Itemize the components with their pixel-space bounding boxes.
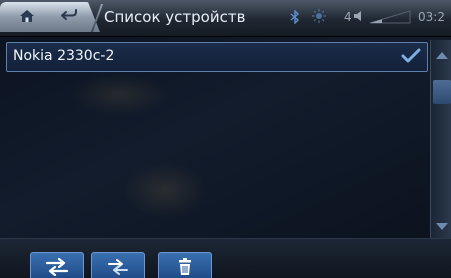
device-name: Nokia 2330c-2	[13, 48, 115, 64]
chevron-up-icon[interactable]	[435, 50, 449, 60]
bottom-toolbar	[0, 238, 451, 278]
swap-button[interactable]	[30, 252, 84, 278]
speaker-icon	[354, 11, 361, 21]
signal-bars-icon	[369, 10, 411, 24]
status-bar: Список устройств 4 03:2	[0, 0, 451, 37]
chevron-down-icon[interactable]	[435, 222, 449, 232]
swap-arrows-icon	[45, 257, 69, 276]
home-icon	[20, 10, 34, 22]
device-list-screen: Список устройств 4 03:2 Nokia 2330c-2	[0, 0, 451, 278]
check-icon	[401, 48, 421, 63]
sync-button[interactable]	[91, 252, 145, 278]
list-item[interactable]: Nokia 2330c-2	[6, 42, 428, 72]
device-list: Nokia 2330c-2	[0, 40, 430, 236]
page-title: Список устройств	[104, 8, 246, 26]
back-button[interactable]	[56, 6, 82, 26]
bluetooth-icon	[290, 10, 300, 24]
sync-arrows-icon	[108, 258, 128, 275]
home-button[interactable]	[14, 6, 40, 26]
delete-button[interactable]	[158, 252, 212, 278]
sun-icon	[312, 9, 326, 23]
scrollbar[interactable]	[430, 40, 451, 238]
signal-level: 4	[344, 10, 352, 24]
trash-icon	[179, 257, 191, 275]
clock: 03:2	[418, 10, 445, 24]
scroll-thumb[interactable]	[433, 80, 451, 104]
back-icon	[61, 9, 77, 20]
